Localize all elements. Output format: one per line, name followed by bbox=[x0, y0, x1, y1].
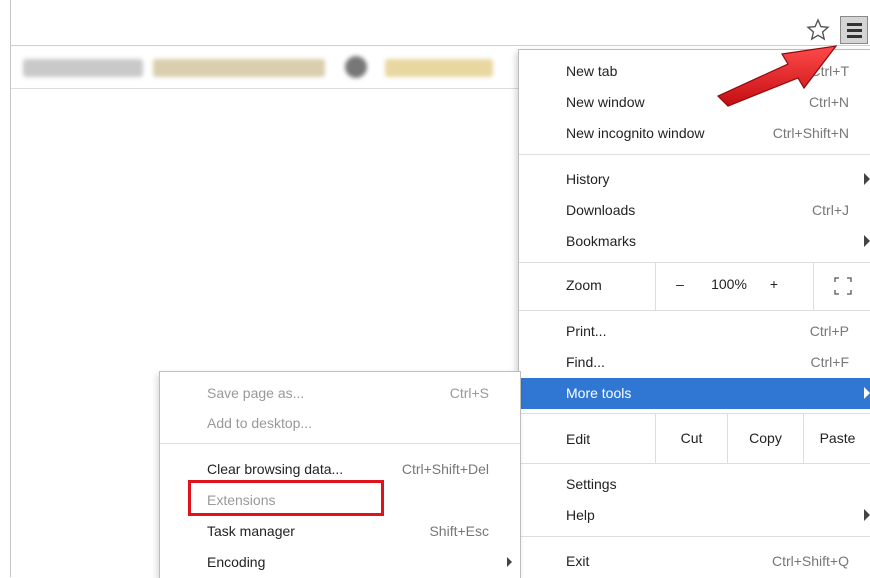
submenu-item-add-to-desktop[interactable]: Add to desktop... bbox=[160, 408, 520, 438]
chrome-menu-button[interactable] bbox=[840, 16, 868, 44]
menu-item-history[interactable]: History bbox=[519, 164, 870, 195]
paste-button[interactable]: Paste bbox=[803, 413, 870, 463]
zoom-out-button[interactable]: – bbox=[670, 276, 690, 292]
red-arrow-annotation bbox=[716, 45, 838, 107]
menu-item-downloads[interactable]: Downloads Ctrl+J bbox=[519, 195, 870, 226]
menu-item-settings[interactable]: Settings bbox=[519, 469, 870, 500]
submenu-item-save-page-as[interactable]: Save page as... Ctrl+S bbox=[160, 378, 520, 408]
bookmark-item[interactable] bbox=[23, 59, 143, 77]
zoom-row: Zoom – 100% + bbox=[519, 262, 870, 310]
hamburger-menu-icon bbox=[847, 23, 862, 26]
submenu-item-task-manager[interactable]: Task manager Shift+Esc bbox=[160, 516, 520, 546]
bookmark-icon[interactable] bbox=[345, 56, 367, 78]
chevron-right-icon bbox=[864, 235, 870, 247]
menu-separator bbox=[519, 310, 870, 311]
edit-row: Edit Cut Copy Paste bbox=[519, 413, 870, 463]
chevron-right-icon bbox=[507, 557, 512, 567]
menu-item-print[interactable]: Print... Ctrl+P bbox=[519, 316, 870, 347]
chevron-right-icon bbox=[864, 387, 870, 399]
chevron-right-icon bbox=[864, 173, 870, 185]
fullscreen-icon bbox=[834, 277, 852, 295]
bookmark-item[interactable] bbox=[385, 59, 493, 77]
bookmark-item[interactable] bbox=[153, 59, 325, 77]
menu-separator bbox=[519, 536, 870, 537]
zoom-in-button[interactable]: + bbox=[764, 276, 784, 292]
bookmarks-bar-divider bbox=[11, 88, 519, 89]
zoom-label: Zoom bbox=[566, 277, 602, 293]
zoom-level: 100% bbox=[711, 276, 747, 292]
menu-item-find[interactable]: Find... Ctrl+F bbox=[519, 347, 870, 378]
menu-item-bookmarks[interactable]: Bookmarks bbox=[519, 226, 870, 257]
extensions-highlight-box bbox=[188, 480, 384, 516]
copy-button[interactable]: Copy bbox=[727, 413, 803, 463]
menu-item-new-incognito-window[interactable]: New incognito window Ctrl+Shift+N bbox=[519, 118, 870, 149]
more-tools-submenu: Save page as... Ctrl+S Add to desktop...… bbox=[159, 371, 521, 578]
menu-separator bbox=[519, 154, 870, 155]
chevron-right-icon bbox=[864, 509, 870, 521]
menu-item-exit[interactable]: Exit Ctrl+Shift+Q bbox=[519, 546, 870, 577]
menu-separator bbox=[519, 463, 870, 464]
cut-button[interactable]: Cut bbox=[655, 413, 727, 463]
menu-item-help[interactable]: Help bbox=[519, 500, 870, 531]
fullscreen-button[interactable] bbox=[813, 262, 870, 310]
menu-separator bbox=[160, 443, 520, 444]
menu-item-more-tools[interactable]: More tools bbox=[519, 378, 870, 409]
edit-label: Edit bbox=[566, 431, 591, 447]
bookmarks-bar bbox=[11, 50, 511, 86]
chrome-main-menu: New tab Ctrl+T New window Ctrl+N New inc… bbox=[518, 49, 870, 578]
submenu-item-encoding[interactable]: Encoding bbox=[160, 547, 520, 577]
